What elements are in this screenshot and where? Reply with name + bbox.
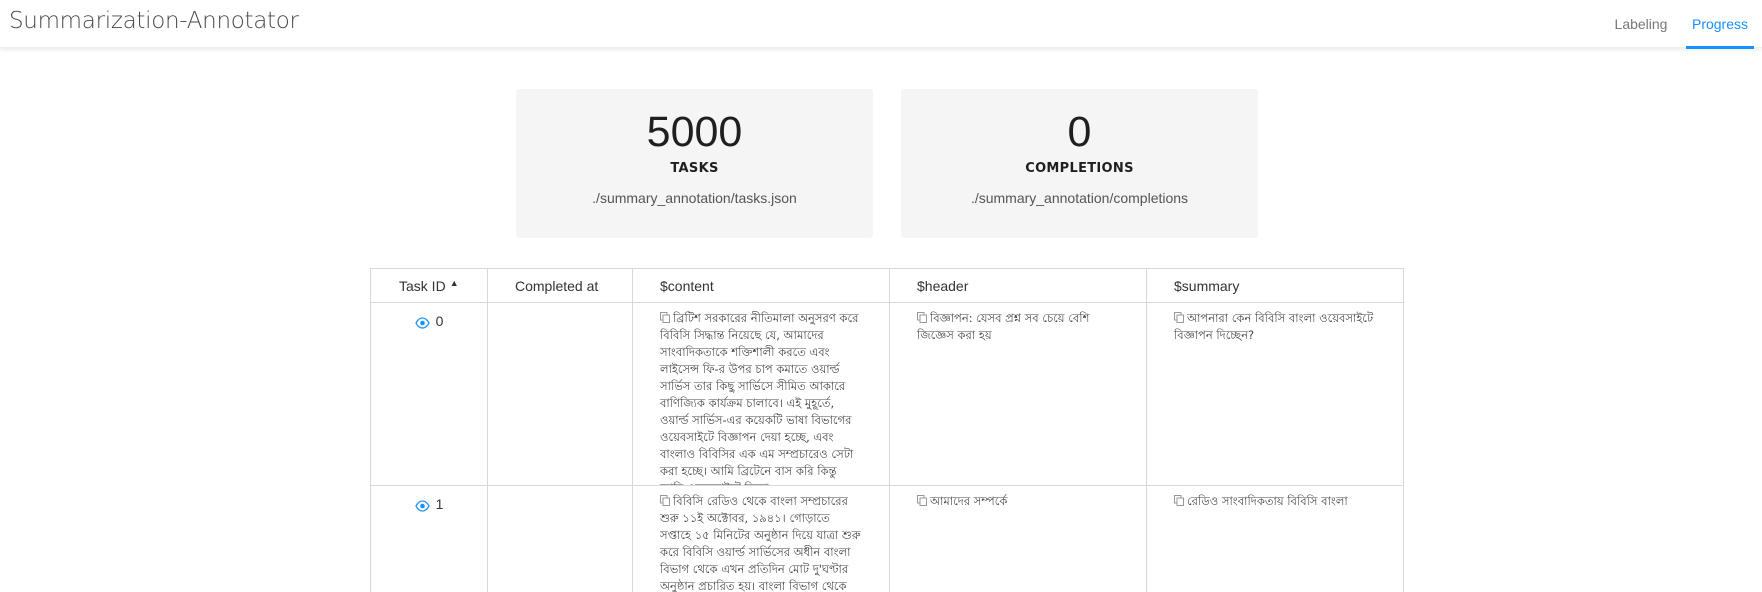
app-title: Summarization-Annotator: [9, 8, 299, 34]
summary-cell: রেডিও সাংবাদিকতায় বিবিসি বাংলা: [1147, 486, 1403, 592]
content-text: বিবিসি রেডিও থেকে বাংলা সম্প্রচারের শুরু…: [660, 494, 861, 592]
tasks-count: 5000: [646, 108, 743, 156]
copy-icon[interactable]: [660, 311, 670, 323]
summary-cell: আপনারা কেন বিবিসি বাংলা ওয়েবসাইটে বিজ্ঞ…: [1147, 303, 1403, 485]
table-row[interactable]: 0 ব্রিটিশ সরকারের নীতিমালা অনুসরণ করে বি…: [371, 303, 1403, 486]
task-id-cell: 1: [371, 486, 488, 592]
content-cell: বিবিসি রেডিও থেকে বাংলা সম্প্রচারের শুরু…: [633, 486, 890, 592]
completions-path: ./summary_annotation/completions: [970, 190, 1189, 206]
copy-icon[interactable]: [917, 494, 927, 506]
top-navbar: Summarization-Annotator Labeling Progres…: [0, 0, 1762, 49]
header-text: আমাদের সম্পর্কে: [930, 494, 1008, 508]
copy-icon[interactable]: [1174, 494, 1184, 506]
column-header-completed-at[interactable]: Completed at: [488, 269, 633, 302]
header-text: বিজ্ঞাপন: যেসব প্রশ্ন সব চেয়ে বেশি জিজ্…: [917, 311, 1090, 342]
tasks-path: ./summary_annotation/tasks.json: [592, 190, 797, 206]
header-cell: আমাদের সম্পর্কে: [890, 486, 1147, 592]
task-id: 0: [435, 313, 444, 329]
summary-text: আপনারা কেন বিবিসি বাংলা ওয়েবসাইটে বিজ্ঞ…: [1174, 311, 1374, 342]
completed-at-cell: [488, 303, 633, 485]
column-header-label: Task ID: [399, 277, 446, 294]
task-id-cell: 0: [371, 303, 488, 485]
completions-count: 0: [1067, 108, 1092, 156]
copy-icon[interactable]: [660, 494, 670, 506]
completions-stat-card: 0 COMPLETIONS ./summary_annotation/compl…: [901, 89, 1258, 238]
content-text: ব্রিটিশ সরকারের নীতিমালা অনুসরণ করে বিবি…: [660, 311, 859, 485]
nav-progress[interactable]: Progress: [1686, 0, 1754, 49]
column-header-task-id[interactable]: Task ID ▲: [371, 269, 488, 302]
column-header-summary[interactable]: $summary: [1147, 269, 1403, 302]
column-header-label: $content: [660, 277, 714, 294]
column-header-label: $header: [917, 277, 969, 294]
completions-label: COMPLETIONS: [1025, 161, 1134, 176]
column-header-label: $summary: [1174, 277, 1240, 294]
eye-icon[interactable]: [414, 316, 430, 329]
tasks-table: Task ID ▲ Completed at $content $header …: [370, 268, 1404, 592]
eye-icon[interactable]: [414, 499, 430, 512]
column-header-header[interactable]: $header: [890, 269, 1147, 302]
column-header-label: Completed at: [515, 277, 599, 294]
table-header-row: Task ID ▲ Completed at $content $header …: [371, 269, 1403, 303]
completed-at-cell: [488, 486, 633, 592]
nav-labeling[interactable]: Labeling: [1598, 0, 1684, 48]
tasks-stat-card: 5000 TASKS ./summary_annotation/tasks.js…: [516, 89, 873, 238]
content-cell: ব্রিটিশ সরকারের নীতিমালা অনুসরণ করে বিবি…: [633, 303, 890, 485]
column-header-content[interactable]: $content: [633, 269, 890, 302]
copy-icon[interactable]: [1174, 311, 1184, 323]
tasks-label: TASKS: [670, 161, 719, 176]
task-id: 1: [435, 496, 444, 512]
copy-icon[interactable]: [917, 311, 927, 323]
summary-text: রেডিও সাংবাদিকতায় বিবিসি বাংলা: [1187, 494, 1348, 508]
header-cell: বিজ্ঞাপন: যেসব প্রশ্ন সব চেয়ে বেশি জিজ্…: [890, 303, 1147, 485]
table-row[interactable]: 1 বিবিসি রেডিও থেকে বাংলা সম্প্রচারের শু…: [371, 486, 1403, 592]
caret-up-icon: ▲: [449, 277, 459, 288]
